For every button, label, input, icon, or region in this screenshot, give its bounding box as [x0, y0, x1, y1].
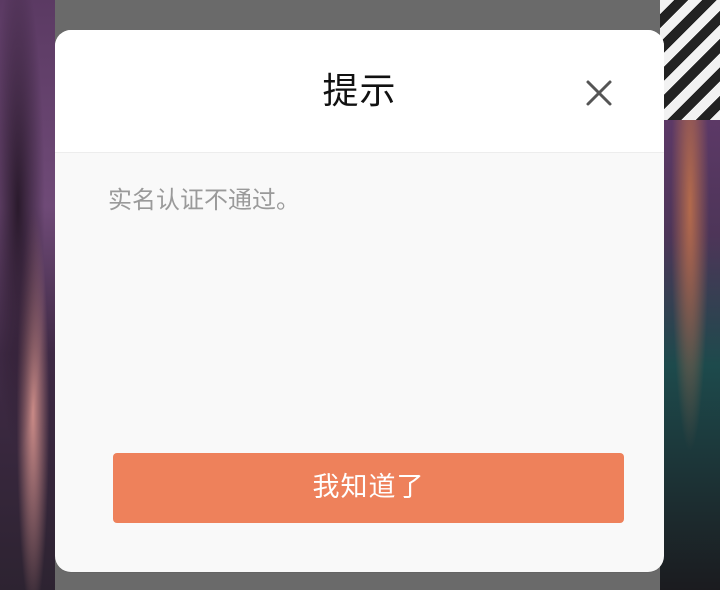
dialog-message: 实名认证不通过。 — [108, 186, 300, 214]
dialog-title: 提示 — [322, 71, 397, 112]
background-art-left — [0, 0, 60, 590]
confirm-button[interactable]: 我知道了 — [113, 453, 624, 523]
close-icon — [586, 80, 612, 106]
background-art-right — [660, 0, 720, 590]
screen: 提示 实名认证不通过。 我知道了 — [0, 0, 720, 590]
close-button[interactable] — [584, 78, 614, 108]
alert-dialog: 提示 实名认证不通过。 我知道了 — [55, 30, 664, 572]
dialog-header: 提示 — [55, 30, 664, 153]
